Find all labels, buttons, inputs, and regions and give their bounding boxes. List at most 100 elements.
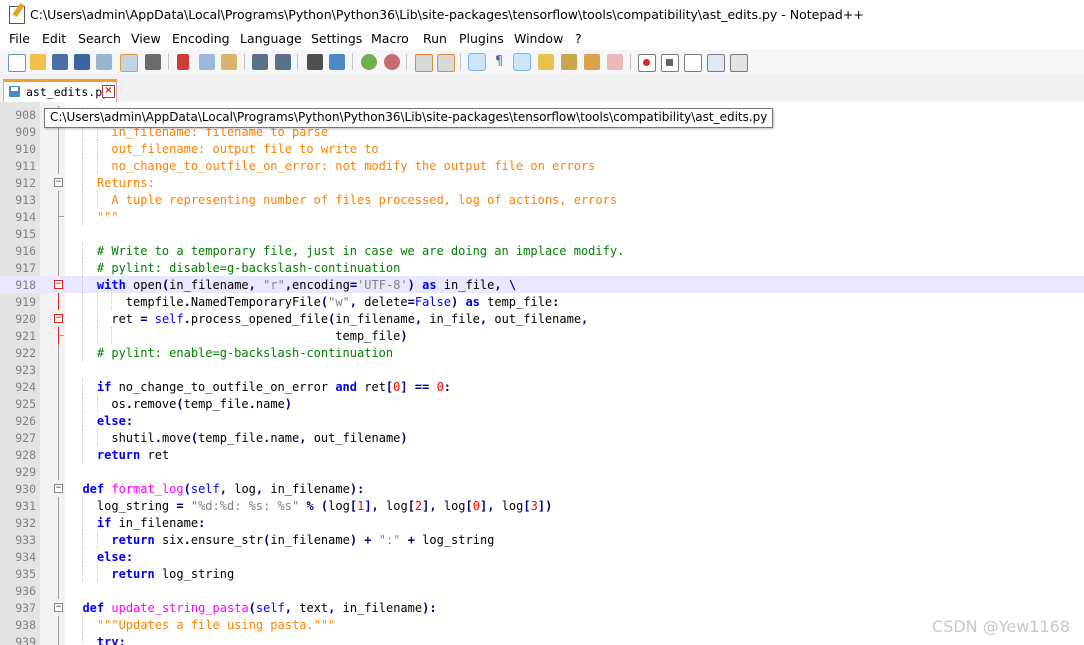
code-line[interactable]: 939 try: — [0, 633, 1084, 645]
line-number: 931 — [15, 499, 36, 513]
code-line[interactable]: 924 if no_change_to_outfile_on_error and… — [0, 378, 1084, 395]
code-line[interactable]: 914 """ — [0, 208, 1084, 225]
watermark: CSDN @Yew1168 — [932, 617, 1070, 636]
code-line[interactable]: 918 − with open(in_filename, "r",encoding… — [0, 276, 1084, 293]
fold-line — [58, 565, 59, 582]
code-line[interactable]: 932 if in_filename: — [0, 514, 1084, 531]
code-line[interactable]: 919 tempfile.NamedTemporaryFile("w", del… — [0, 293, 1084, 310]
code-line[interactable]: 931 log_string = "%d:%d: %s: %s" % (log[… — [0, 497, 1084, 514]
menu-plugins[interactable]: Plugins — [459, 31, 504, 46]
code-line[interactable]: 920 − ret = self.process_opened_file(in_f… — [0, 310, 1084, 327]
menu-view[interactable]: View — [131, 31, 161, 46]
fold-toggle-icon[interactable]: − — [54, 603, 63, 612]
redo-icon[interactable] — [275, 54, 291, 70]
code-text: ret = self.process_opened_file(in_filena… — [68, 312, 589, 326]
replace-icon[interactable] — [329, 54, 345, 70]
tab-ast-edits[interactable]: ast_edits.py × — [3, 79, 117, 102]
document-map-icon[interactable] — [561, 54, 577, 70]
line-number: 916 — [15, 244, 36, 258]
close-tab-icon[interactable]: × — [102, 85, 115, 98]
code-line[interactable]: 913 A tuple representing number of files… — [0, 191, 1084, 208]
fold-line — [58, 633, 59, 645]
record-macro-icon[interactable] — [638, 54, 656, 72]
code-line[interactable]: 929 — [0, 463, 1084, 480]
fold-line — [58, 259, 59, 276]
show-all-chars-icon[interactable]: ¶ — [491, 54, 507, 70]
fold-toggle-icon[interactable]: − — [54, 314, 63, 323]
code-text: if no_change_to_outfile_on_error and ret… — [96, 380, 452, 394]
code-line[interactable]: 910 out_filename: output file to write t… — [0, 140, 1084, 157]
save-macro-icon[interactable] — [730, 54, 748, 72]
close-all-icon[interactable] — [120, 54, 138, 72]
print-icon[interactable] — [145, 54, 161, 70]
fold-line — [58, 140, 59, 157]
fold-line — [58, 446, 59, 463]
fold-line — [58, 429, 59, 446]
code-line[interactable]: 912 − Returns: — [0, 174, 1084, 191]
code-text: os.remove(temp_file.name) — [68, 397, 293, 411]
code-line[interactable]: 911 no_change_to_outfile_on_error: not m… — [0, 157, 1084, 174]
close-file-icon[interactable] — [96, 54, 112, 70]
menu-run[interactable]: Run — [423, 31, 447, 46]
line-number: 909 — [15, 125, 36, 139]
save-icon[interactable] — [52, 54, 68, 70]
code-line[interactable]: 934 else: — [0, 548, 1084, 565]
word-wrap-icon[interactable] — [468, 53, 486, 71]
tab-label: ast_edits.py — [26, 85, 110, 99]
code-line[interactable]: 917 # pylint: disable=g-backslash-contin… — [0, 259, 1084, 276]
indent-guide-icon[interactable] — [513, 53, 531, 71]
fold-end-marker — [58, 216, 64, 217]
line-number: 911 — [15, 159, 36, 173]
function-list-icon[interactable] — [584, 54, 600, 70]
find-icon[interactable] — [307, 54, 323, 70]
menu-edit[interactable]: Edit — [42, 31, 66, 46]
stop-macro-icon[interactable] — [661, 54, 679, 72]
menu-settings[interactable]: Settings — [311, 31, 362, 46]
menu-file[interactable]: File — [9, 31, 30, 46]
fold-toggle-icon[interactable]: − — [54, 178, 63, 187]
menu-language[interactable]: Language — [240, 31, 302, 46]
code-line[interactable]: 928 return ret — [0, 446, 1084, 463]
open-file-icon[interactable] — [30, 54, 46, 70]
run-macro-multiple-icon[interactable] — [707, 54, 725, 72]
code-line[interactable]: 926 else: — [0, 412, 1084, 429]
new-file-icon[interactable] — [8, 54, 26, 72]
code-text: out_filename: output file to write to — [68, 142, 379, 156]
menu-encoding[interactable]: Encoding — [172, 31, 230, 46]
sync-vertical-icon[interactable] — [415, 54, 433, 72]
code-line[interactable]: 925 os.remove(temp_file.name) — [0, 395, 1084, 412]
code-line[interactable]: 923 — [0, 361, 1084, 378]
code-text: shutil.move(temp_file.name, out_filename… — [68, 431, 408, 445]
cut-icon[interactable] — [177, 54, 189, 70]
zoom-out-icon[interactable] — [384, 54, 400, 70]
paste-icon[interactable] — [221, 54, 237, 70]
code-line[interactable]: 936 — [0, 582, 1084, 599]
menu-macro[interactable]: Macro — [371, 31, 409, 46]
fold-toggle-icon[interactable]: − — [54, 280, 63, 289]
save-all-icon[interactable] — [74, 54, 90, 70]
code-line[interactable]: 921 temp_file) — [0, 327, 1084, 344]
fold-toggle-icon[interactable]: − — [54, 484, 63, 493]
menu-window[interactable]: Window — [514, 31, 563, 46]
code-line[interactable]: 938 """Updates a file using pasta.""" — [0, 616, 1084, 633]
code-line[interactable]: 930 − def format_log(self, log, in_filena… — [0, 480, 1084, 497]
folder-as-workspace-icon[interactable] — [607, 54, 623, 70]
line-number: 914 — [15, 210, 36, 224]
code-line[interactable]: 933 return six.ensure_str(in_filename) +… — [0, 531, 1084, 548]
menu-search[interactable]: Search — [78, 31, 121, 46]
menu-help[interactable]: ? — [575, 31, 582, 46]
code-line[interactable]: 937 − def update_string_pasta(self, text,… — [0, 599, 1084, 616]
code-line[interactable]: 916 # Write to a temporary file, just in… — [0, 242, 1084, 259]
code-text: with open(in_filename, "r",encoding='UTF… — [96, 278, 517, 292]
sync-horizontal-icon[interactable] — [437, 54, 455, 72]
code-line[interactable]: 935 return log_string — [0, 565, 1084, 582]
copy-icon[interactable] — [199, 54, 215, 70]
code-editor[interactable]: 908 in_filename: filename to parse909 in… — [0, 102, 1084, 645]
play-macro-icon[interactable] — [684, 54, 702, 72]
code-line[interactable]: 927 shutil.move(temp_file.name, out_file… — [0, 429, 1084, 446]
user-defined-language-icon[interactable] — [538, 54, 554, 70]
undo-icon[interactable] — [252, 54, 268, 70]
code-line[interactable]: 922 # pylint: enable=g-backslash-continu… — [0, 344, 1084, 361]
code-line[interactable]: 915 — [0, 225, 1084, 242]
zoom-in-icon[interactable] — [361, 54, 377, 70]
